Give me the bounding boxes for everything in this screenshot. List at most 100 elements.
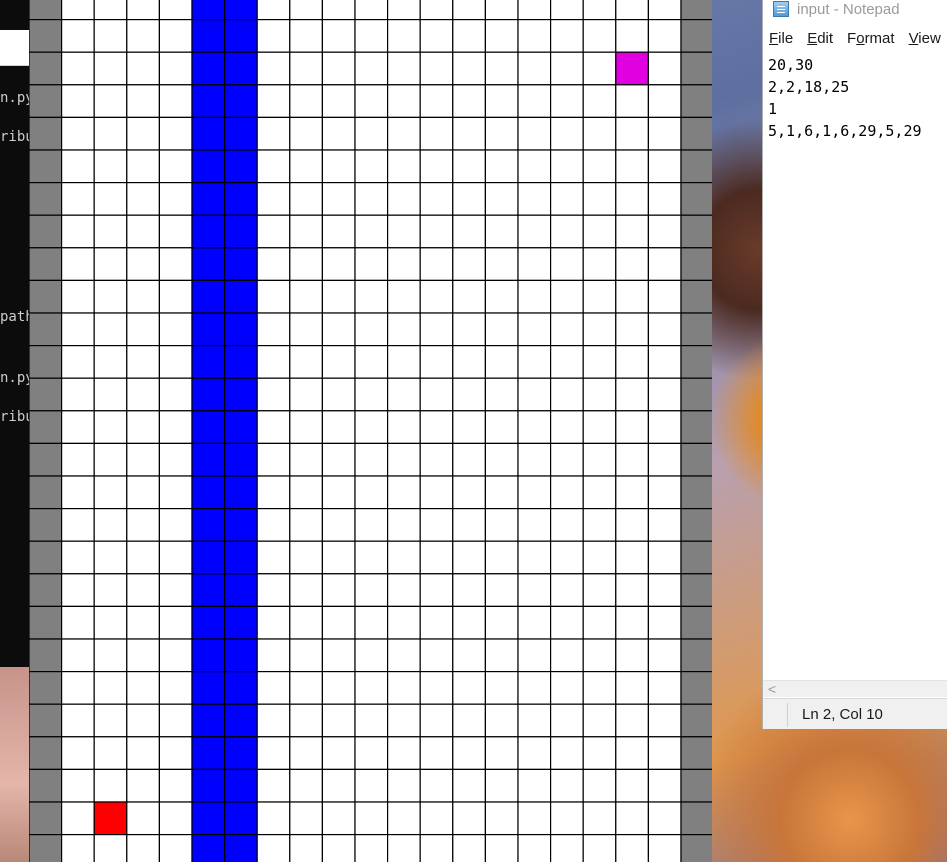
grid-cell[interactable]: [549, 508, 584, 542]
grid-cell[interactable]: [354, 51, 389, 86]
grid-cell[interactable]: [452, 312, 486, 347]
grid-cell[interactable]: [452, 377, 486, 412]
wall-cell[interactable]: [191, 345, 226, 379]
grid-cell[interactable]: [484, 475, 519, 510]
grid-cell[interactable]: [452, 768, 486, 803]
grid-cell[interactable]: [484, 377, 519, 412]
grid-cell[interactable]: [289, 736, 323, 770]
grid-cell[interactable]: [452, 801, 486, 836]
grid-cell[interactable]: [60, 182, 95, 216]
grid-cell[interactable]: [256, 51, 291, 86]
grid-cell[interactable]: [517, 84, 552, 119]
grid-cell[interactable]: [387, 84, 421, 119]
grid-cell[interactable]: [93, 475, 128, 510]
grid-cell[interactable]: [452, 442, 486, 477]
border-cell[interactable]: [680, 116, 712, 151]
grid-cell[interactable]: [419, 736, 454, 770]
grid-cell[interactable]: [158, 116, 193, 151]
grid-cell[interactable]: [321, 736, 356, 770]
grid-cell[interactable]: [647, 833, 682, 862]
wall-cell[interactable]: [191, 377, 226, 412]
grid-cell[interactable]: [256, 703, 291, 738]
grid-cell[interactable]: [647, 801, 682, 836]
border-cell[interactable]: [29, 703, 63, 738]
border-cell[interactable]: [29, 768, 63, 803]
grid-cell[interactable]: [615, 247, 649, 282]
wall-cell[interactable]: [224, 801, 258, 836]
grid-cell[interactable]: [387, 670, 421, 705]
border-cell[interactable]: [680, 638, 712, 673]
grid-cell[interactable]: [158, 605, 193, 640]
grid-cell[interactable]: [582, 638, 617, 673]
grid-cell[interactable]: [517, 149, 552, 184]
grid-cell[interactable]: [582, 51, 617, 86]
border-cell[interactable]: [680, 605, 712, 640]
grid-cell[interactable]: [647, 19, 682, 53]
grid-cell[interactable]: [60, 410, 95, 444]
border-cell[interactable]: [680, 247, 712, 282]
grid-cell[interactable]: [549, 116, 584, 151]
grid-cell[interactable]: [354, 214, 389, 249]
grid-cell[interactable]: [549, 703, 584, 738]
grid-cell[interactable]: [126, 540, 161, 575]
grid-cell[interactable]: [647, 475, 682, 510]
grid-cell[interactable]: [387, 801, 421, 836]
grid-cell[interactable]: [615, 475, 649, 510]
wall-cell[interactable]: [191, 84, 226, 119]
wall-cell[interactable]: [191, 0, 226, 21]
grid-cell[interactable]: [354, 84, 389, 119]
grid-cell[interactable]: [354, 736, 389, 770]
grid-cell[interactable]: [419, 833, 454, 862]
grid-cell[interactable]: [126, 670, 161, 705]
grid-cell[interactable]: [517, 573, 552, 607]
grid-cell[interactable]: [93, 116, 128, 151]
grid-cell[interactable]: [549, 573, 584, 607]
wall-cell[interactable]: [191, 279, 226, 314]
grid-cell[interactable]: [615, 736, 649, 770]
grid-cell[interactable]: [615, 703, 649, 738]
goal-cell[interactable]: [615, 51, 649, 86]
grid-cell[interactable]: [289, 442, 323, 477]
border-cell[interactable]: [29, 736, 63, 770]
grid-cell[interactable]: [256, 833, 291, 862]
grid-cell[interactable]: [354, 19, 389, 53]
grid-cell[interactable]: [256, 768, 291, 803]
grid-cell[interactable]: [517, 508, 552, 542]
grid-cell[interactable]: [158, 377, 193, 412]
grid-cell[interactable]: [126, 768, 161, 803]
grid-cell[interactable]: [647, 182, 682, 216]
grid-cell[interactable]: [484, 508, 519, 542]
grid-cell[interactable]: [60, 247, 95, 282]
wall-cell[interactable]: [191, 475, 226, 510]
grid-cell[interactable]: [582, 442, 617, 477]
grid-cell[interactable]: [549, 475, 584, 510]
grid-cell[interactable]: [354, 442, 389, 477]
grid-cell[interactable]: [452, 0, 486, 21]
grid-cell[interactable]: [289, 475, 323, 510]
grid-cell[interactable]: [387, 638, 421, 673]
border-cell[interactable]: [29, 605, 63, 640]
grid-cell[interactable]: [484, 214, 519, 249]
grid-cell[interactable]: [126, 0, 161, 21]
grid-cell[interactable]: [126, 149, 161, 184]
border-cell[interactable]: [680, 149, 712, 184]
grid-cell[interactable]: [549, 312, 584, 347]
grid-cell[interactable]: [158, 508, 193, 542]
grid-cell[interactable]: [289, 703, 323, 738]
grid-cell[interactable]: [647, 116, 682, 151]
grid-cell[interactable]: [256, 736, 291, 770]
border-cell[interactable]: [29, 345, 63, 379]
grid-cell[interactable]: [93, 833, 128, 862]
grid-cell[interactable]: [289, 638, 323, 673]
grid-cell[interactable]: [549, 638, 584, 673]
grid-cell[interactable]: [647, 508, 682, 542]
grid-cell[interactable]: [256, 116, 291, 151]
scroll-left-icon[interactable]: <: [768, 681, 776, 698]
border-cell[interactable]: [680, 703, 712, 738]
grid-cell[interactable]: [158, 475, 193, 510]
grid-cell[interactable]: [419, 670, 454, 705]
grid-cell[interactable]: [354, 703, 389, 738]
grid-cell[interactable]: [419, 247, 454, 282]
grid-cell[interactable]: [126, 508, 161, 542]
horizontal-scrollbar[interactable]: <: [763, 680, 947, 697]
